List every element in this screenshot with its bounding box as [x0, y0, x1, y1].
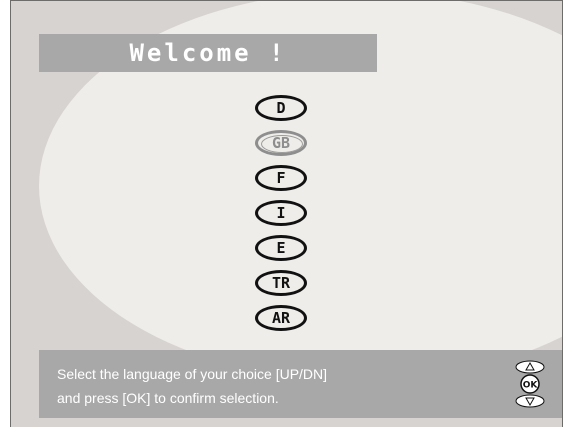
- language-code: TR: [271, 274, 291, 292]
- language-option-e[interactable]: E: [255, 235, 307, 261]
- language-code: E: [276, 239, 286, 257]
- ok-label: OK: [523, 381, 539, 391]
- selection-ring: [261, 135, 303, 153]
- language-option-ar[interactable]: AR: [255, 305, 307, 331]
- down-arrow-icon: [515, 394, 545, 408]
- remote-control-hint: OK: [515, 360, 545, 408]
- screen-frame: Welcome ! D GB F I E TR AR Select the la…: [10, 0, 563, 427]
- instruction-bar: Select the language of your choice [UP/D…: [39, 350, 562, 418]
- instruction-line-1: Select the language of your choice [UP/D…: [57, 366, 328, 382]
- language-option-tr[interactable]: TR: [255, 270, 307, 296]
- language-code: F: [276, 169, 286, 187]
- language-option-f[interactable]: F: [255, 165, 307, 191]
- language-code: D: [276, 99, 286, 117]
- language-code: I: [276, 204, 286, 222]
- tv-screen: Welcome ! D GB F I E TR AR Select the la…: [0, 0, 566, 427]
- title-bar: Welcome !: [39, 34, 377, 72]
- ok-button-icon: OK: [520, 374, 540, 394]
- language-option-d[interactable]: D: [255, 95, 307, 121]
- language-list: D GB F I E TR AR: [255, 95, 315, 340]
- instruction-line-2: and press [OK] to confirm selection.: [57, 390, 279, 406]
- language-option-i[interactable]: I: [255, 200, 307, 226]
- language-code: AR: [271, 309, 291, 327]
- page-title: Welcome !: [129, 39, 287, 67]
- language-option-gb[interactable]: GB: [255, 130, 307, 156]
- up-arrow-icon: [515, 360, 545, 374]
